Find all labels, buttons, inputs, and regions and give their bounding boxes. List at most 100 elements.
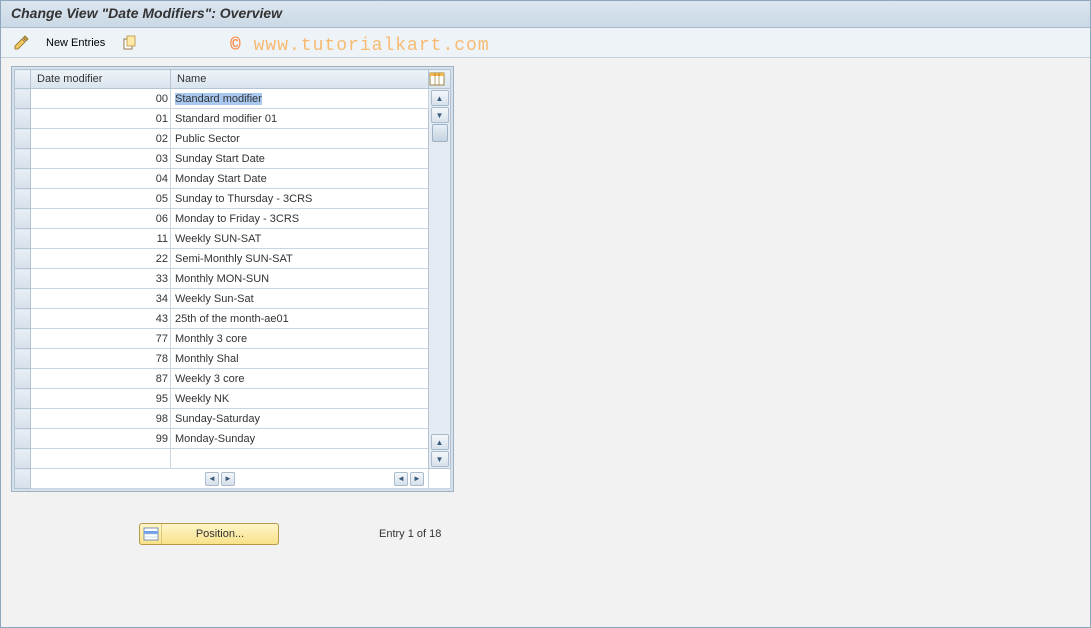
cell-name[interactable]: Sunday to Thursday - 3CRS [171,189,429,209]
cell-name[interactable]: Monthly MON-SUN [171,269,429,289]
cell-modifier[interactable]: 11 [31,229,171,249]
copy-as-icon[interactable] [120,33,140,53]
content-area: Date modifier Name 00Standard modifier▲▼… [1,58,1090,553]
cell-name[interactable]: Weekly Sun-Sat [171,289,429,309]
cell-name[interactable] [171,449,429,469]
cell-name[interactable]: 25th of the month-ae01 [171,309,429,329]
table-container: Date modifier Name 00Standard modifier▲▼… [11,66,454,492]
row-handle[interactable] [15,369,31,389]
table-row: 01Standard modifier 01 [15,109,451,129]
cell-modifier[interactable] [31,449,171,469]
cell-name[interactable]: Semi-Monthly SUN-SAT [171,249,429,269]
window-title: Change View "Date Modifiers": Overview [1,1,1090,28]
table-row: 95Weekly NK [15,389,451,409]
cell-name[interactable]: Monday-Sunday [171,429,429,449]
table-row: 04Monday Start Date [15,169,451,189]
row-handle[interactable] [15,309,31,329]
cell-name[interactable]: Monthly Shal [171,349,429,369]
cell-modifier[interactable]: 00 [31,89,171,109]
cell-name[interactable]: Weekly NK [171,389,429,409]
cell-modifier[interactable]: 22 [31,249,171,269]
row-handle[interactable] [15,329,31,349]
row-handle[interactable] [15,289,31,309]
change-toggle-icon[interactable] [11,33,31,53]
cell-modifier[interactable]: 78 [31,349,171,369]
table-row: 87Weekly 3 core [15,369,451,389]
cell-name[interactable]: Sunday Start Date [171,149,429,169]
cell-name[interactable]: Weekly 3 core [171,369,429,389]
hscroll-right-end-icon[interactable]: ► [410,472,424,486]
table-row [15,449,451,469]
scroll-down-end-icon[interactable]: ▼ [431,451,449,467]
table-row: 00Standard modifier▲▼▲▼ [15,89,451,109]
cell-name[interactable]: Public Sector [171,129,429,149]
cell-name[interactable]: Standard modifier 01 [171,109,429,129]
hscroll-end [429,469,451,489]
cell-name[interactable]: Weekly SUN-SAT [171,229,429,249]
hscroll-left-icon[interactable]: ◄ [205,472,219,486]
table-row: 78Monthly Shal [15,349,451,369]
cell-name[interactable]: Monday to Friday - 3CRS [171,209,429,229]
cell-modifier[interactable]: 33 [31,269,171,289]
table-row: 02Public Sector [15,129,451,149]
row-handle[interactable] [15,229,31,249]
table-settings-icon[interactable] [429,70,451,89]
cell-modifier[interactable]: 87 [31,369,171,389]
scroll-thumb[interactable] [432,124,448,142]
row-select-header[interactable] [15,70,31,89]
application-toolbar: New Entries [1,28,1090,58]
row-handle[interactable] [15,429,31,449]
scroll-up-icon[interactable]: ▲ [431,90,449,106]
table-row: 05Sunday to Thursday - 3CRS [15,189,451,209]
vertical-scrollbar[interactable]: ▲▼▲▼ [429,89,451,469]
row-handle[interactable] [15,349,31,369]
new-entries-button[interactable]: New Entries [37,34,114,52]
row-handle[interactable] [15,169,31,189]
table-row: 34Weekly Sun-Sat [15,289,451,309]
cell-modifier[interactable]: 77 [31,329,171,349]
cell-modifier[interactable]: 95 [31,389,171,409]
cell-name[interactable]: Monday Start Date [171,169,429,189]
column-header-modifier[interactable]: Date modifier [31,70,171,89]
cell-modifier[interactable]: 02 [31,129,171,149]
cell-modifier[interactable]: 34 [31,289,171,309]
position-icon [140,524,162,544]
row-handle[interactable] [15,389,31,409]
table-row: 03Sunday Start Date [15,149,451,169]
row-handle[interactable] [15,129,31,149]
cell-name[interactable]: Standard modifier [171,89,429,109]
cell-name[interactable]: Sunday-Saturday [171,409,429,429]
cell-modifier[interactable]: 01 [31,109,171,129]
table-row: 06Monday to Friday - 3CRS [15,209,451,229]
table-header-row: Date modifier Name [15,70,451,89]
hscroll-right-icon[interactable]: ► [221,472,235,486]
cell-modifier[interactable]: 43 [31,309,171,329]
scroll-up-end-icon[interactable]: ▲ [431,434,449,450]
column-header-name[interactable]: Name [171,70,429,89]
horizontal-scrollbar-row: ◄►◄► [15,469,451,489]
row-handle[interactable] [15,149,31,169]
row-handle[interactable] [15,89,31,109]
position-button[interactable]: Position... [139,523,279,545]
cell-modifier[interactable]: 99 [31,429,171,449]
position-button-label: Position... [162,528,278,540]
date-modifiers-table: Date modifier Name 00Standard modifier▲▼… [14,69,451,489]
cell-modifier[interactable]: 04 [31,169,171,189]
row-handle[interactable] [15,109,31,129]
row-handle[interactable] [15,189,31,209]
cell-modifier[interactable]: 03 [31,149,171,169]
entry-counter-text: Entry 1 of 18 [379,528,441,540]
row-handle[interactable] [15,269,31,289]
cell-modifier[interactable]: 06 [31,209,171,229]
cell-modifier[interactable]: 98 [31,409,171,429]
row-handle[interactable] [15,209,31,229]
cell-name[interactable]: Monthly 3 core [171,329,429,349]
horizontal-scrollbar[interactable]: ◄►◄► [31,469,429,489]
cell-modifier[interactable]: 05 [31,189,171,209]
hscroll-left-end-icon[interactable]: ◄ [394,472,408,486]
scroll-down-icon[interactable]: ▼ [431,107,449,123]
row-handle[interactable] [15,409,31,429]
row-handle[interactable] [15,249,31,269]
hscroll-corner [15,469,31,489]
row-handle[interactable] [15,449,31,469]
